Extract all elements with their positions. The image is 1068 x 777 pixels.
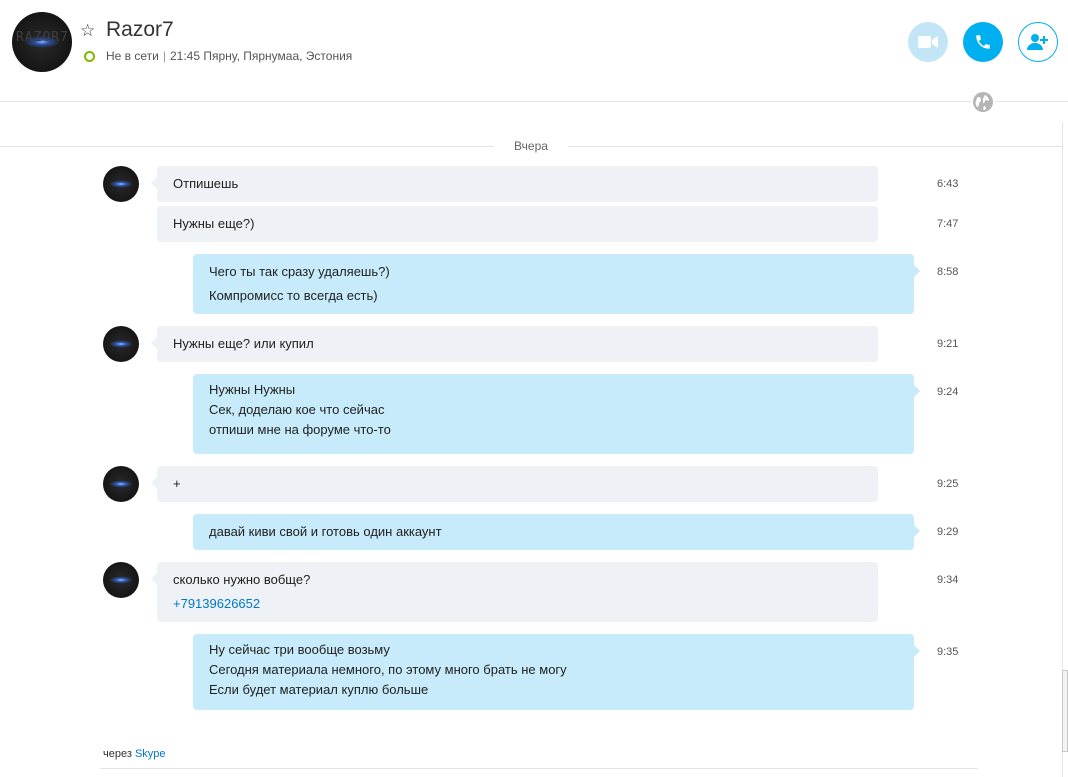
conversation-header: RAZOR7 ☆ Razor7 Не в сети | 21:45 Пярну, П… — [0, 0, 1068, 102]
add-participant-button[interactable] — [1018, 22, 1058, 62]
divider-line-left — [0, 146, 494, 147]
sender-avatar[interactable] — [103, 562, 139, 598]
contact-name[interactable]: Razor7 — [106, 18, 174, 42]
message-timestamp: 9:25 — [937, 478, 959, 490]
date-divider: Вчера — [0, 136, 1062, 156]
message-text: Сегодня материала немного, по этому мног… — [209, 662, 567, 677]
message-text: Нужны Нужны — [209, 382, 296, 397]
message-text: Ну сейчас три вообще возьму — [209, 642, 390, 657]
audio-call-button[interactable] — [963, 22, 1003, 62]
message-text: Сек, доделаю кое что сейчас — [209, 402, 385, 417]
offline-status-icon — [84, 51, 95, 62]
contact-status-line: Не в сети | 21:45 Пярну, Пярнумаа, Эстония — [106, 49, 352, 63]
divider-line-right — [568, 146, 1062, 147]
message-timestamp: 9:21 — [937, 338, 959, 350]
incoming-message-bubble[interactable]: + — [151, 466, 878, 502]
translator-globe-icon[interactable] — [971, 90, 995, 114]
incoming-message-bubble[interactable]: Отпишешь — [151, 166, 878, 202]
skype-chat-window: RAZOR7 ☆ Razor7 Не в сети | 21:45 Пярну, П… — [0, 0, 1068, 777]
outgoing-message-bubble[interactable]: Ну сейчас три вообще возьму Сегодня матер… — [193, 634, 920, 710]
message-text: Компромисс то всегда есть) — [209, 288, 378, 303]
skype-link[interactable]: Skype — [135, 748, 166, 760]
message-text: Чего ты так сразу удаляешь?) — [209, 264, 390, 279]
footer-divider — [100, 768, 978, 769]
message-timestamp: 9:34 — [937, 574, 959, 586]
avatar-logo-text: RAZOR7 — [16, 30, 69, 45]
phone-number-link[interactable]: +79139626652 — [173, 592, 862, 616]
message-text: Если будет материал куплю больше — [209, 682, 429, 697]
video-call-button[interactable] — [908, 22, 948, 62]
phone-icon — [976, 35, 990, 49]
message-text: отпиши мне на форуме что-то — [209, 422, 391, 437]
message-timestamp: 9:35 — [937, 646, 959, 658]
globe-icon — [973, 92, 993, 112]
message-text: + — [173, 476, 181, 491]
sender-avatar[interactable] — [103, 326, 139, 362]
vertical-scrollbar[interactable] — [1062, 122, 1068, 777]
video-camera-icon — [918, 36, 938, 48]
local-time-location: 21:45 Пярну, Пярнумаа, Эстония — [169, 49, 353, 63]
message-timestamp: 8:58 — [937, 266, 959, 278]
outgoing-message-bubble[interactable]: Чего ты так сразу удаляешь?) Компромисс т… — [193, 254, 920, 314]
date-label: Вчера — [514, 139, 548, 153]
status-text: Не в сети — [106, 49, 159, 63]
sent-via-label: через Skype — [103, 748, 166, 760]
message-text: Отпишешь — [173, 176, 239, 191]
via-text: через — [103, 748, 132, 760]
message-timestamp: 6:43 — [937, 178, 959, 190]
scrollbar-thumb[interactable] — [1062, 670, 1068, 752]
sender-avatar[interactable] — [103, 166, 139, 202]
message-text: сколько нужно вобще? — [173, 572, 311, 587]
message-text: давай киви свой и готовь один аккаунт — [209, 524, 442, 539]
favorite-star-icon[interactable]: ☆ — [80, 22, 98, 40]
message-timestamp: 9:29 — [937, 526, 959, 538]
message-text: Нужны еще?) — [173, 216, 255, 231]
sender-avatar[interactable] — [103, 466, 139, 502]
incoming-message-bubble[interactable]: сколько нужно вобще? +79139626652 — [151, 562, 878, 622]
outgoing-message-bubble[interactable]: давай киви свой и готовь один аккаунт — [193, 514, 920, 550]
incoming-message-bubble[interactable]: Нужны еще?) — [157, 206, 878, 242]
incoming-message-bubble[interactable]: Нужны еще? или купил — [151, 326, 878, 362]
add-contact-icon — [1027, 34, 1048, 50]
status-separator: | — [162, 49, 166, 63]
message-timestamp: 7:47 — [937, 218, 959, 230]
message-text: Нужны еще? или купил — [173, 336, 314, 351]
message-timestamp: 9:24 — [937, 386, 959, 398]
outgoing-message-bubble[interactable]: Нужны Нужны Сек, доделаю кое что сейчас от… — [193, 374, 920, 454]
contact-avatar[interactable]: RAZOR7 — [12, 12, 72, 72]
